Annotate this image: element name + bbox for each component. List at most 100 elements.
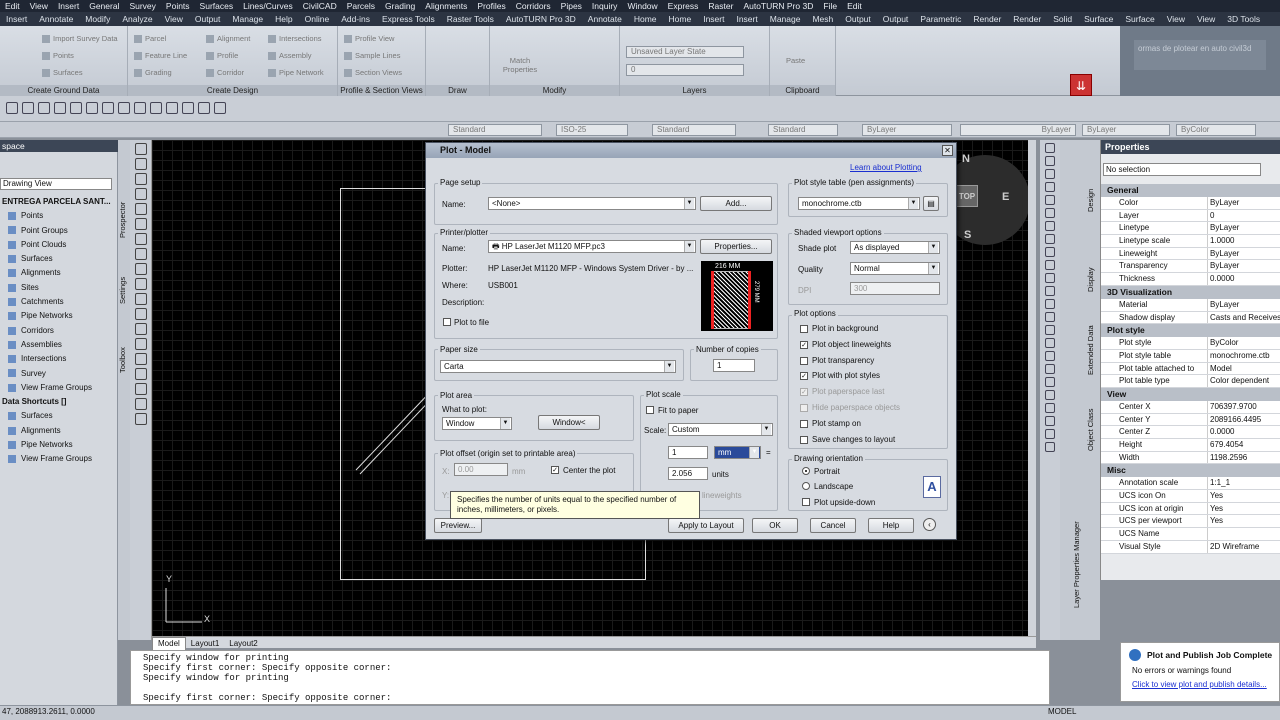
plot-to-file-checkbox[interactable] [443, 318, 451, 326]
property-value[interactable]: Yes [1207, 502, 1280, 515]
draw-tool-icon[interactable] [134, 353, 147, 365]
scale-inches-input[interactable]: 1 [668, 446, 708, 459]
portrait-radio[interactable] [802, 467, 810, 475]
menu-item[interactable]: File [823, 1, 837, 11]
tree-node[interactable]: Assemblies [0, 338, 118, 352]
menu-item[interactable]: Insert [58, 1, 79, 11]
tree-node[interactable]: Point Clouds [0, 238, 118, 252]
scale-select[interactable]: Custom [668, 423, 773, 436]
ribbon-tab[interactable]: 3D Tools [1227, 14, 1260, 24]
edit-plot-style-icon[interactable]: ▤ [923, 196, 939, 211]
property-row[interactable]: UCS icon On Yes [1101, 490, 1280, 503]
tree-node[interactable]: Surfaces [0, 409, 118, 423]
property-value[interactable]: 706397.9700 [1207, 400, 1280, 413]
property-section-header[interactable]: Plot style [1101, 324, 1280, 338]
quality-select[interactable]: Normal [850, 262, 940, 275]
draw-tool-icon[interactable] [134, 173, 147, 185]
window-pick-button[interactable]: Window< [538, 415, 600, 430]
menu-item[interactable]: Pipes [561, 1, 582, 11]
draw-tool-icon[interactable] [134, 218, 147, 230]
property-value[interactable]: 679.4054 [1207, 439, 1280, 451]
ribbon-tab[interactable]: Analyze [122, 14, 152, 24]
plot-option-checkbox[interactable] [800, 435, 808, 444]
property-value[interactable]: ByLayer [1207, 222, 1280, 235]
close-icon[interactable]: ✕ [942, 145, 953, 156]
menu-item[interactable]: Raster [708, 1, 733, 11]
property-value[interactable]: Yes [1207, 515, 1280, 528]
feature-line-button[interactable]: Feature Line [134, 51, 187, 61]
ribbon-tab[interactable]: Render [1013, 14, 1041, 24]
tool-icon[interactable] [1045, 390, 1055, 400]
tab-layer-properties-manager[interactable]: Layer Properties Manager [1072, 510, 1084, 620]
layer-select[interactable]: 0 [626, 64, 744, 76]
tab-design[interactable]: Design [1086, 180, 1098, 220]
match-properties-button[interactable]: Match Properties [500, 56, 540, 74]
preview-button[interactable]: Preview... [434, 518, 482, 533]
toolbar-icon[interactable] [70, 102, 82, 114]
tool-icon[interactable] [1045, 182, 1055, 192]
tree-node[interactable]: Alignments [0, 266, 118, 280]
tree-node[interactable]: Point Groups [0, 224, 118, 238]
selection-select[interactable]: No selection [1103, 163, 1261, 176]
property-row[interactable]: Material ByLayer [1101, 298, 1280, 312]
tool-icon[interactable] [1045, 221, 1055, 231]
tool-icon[interactable] [1045, 208, 1055, 218]
tool-icon[interactable] [1045, 260, 1055, 270]
draw-tool-icon[interactable] [134, 413, 147, 425]
menu-item[interactable]: Parcels [347, 1, 375, 11]
help-button[interactable]: Help [868, 518, 914, 533]
tab-settings[interactable]: Settings [118, 260, 130, 320]
property-value[interactable]: 2089166.4495 [1207, 413, 1280, 426]
model-space-toggle[interactable]: MODEL [1048, 707, 1076, 716]
plot-option-checkbox[interactable]: ✓ [800, 372, 808, 381]
tree-node[interactable]: Survey [0, 367, 118, 381]
property-row[interactable]: Plot table type Color dependent [1101, 375, 1280, 388]
draw-tool-icon[interactable] [134, 188, 147, 200]
menu-item[interactable]: CivilCAD [303, 1, 337, 11]
fit-to-paper-checkbox[interactable] [646, 406, 654, 414]
property-row[interactable]: Plot style ByColor [1101, 337, 1280, 350]
toolbar-icon[interactable] [102, 102, 114, 114]
property-row[interactable]: Center X 706397.9700 [1101, 400, 1280, 414]
plot-option-checkbox[interactable] [800, 419, 808, 428]
property-row[interactable]: Height 679.4054 [1101, 439, 1280, 452]
tool-icon[interactable] [1045, 416, 1055, 426]
property-row[interactable]: Width 1198.2596 [1101, 451, 1280, 465]
tab-model[interactable]: Model [152, 637, 186, 651]
paper-size-select[interactable]: Carta [440, 360, 676, 373]
menu-item[interactable]: Surfaces [200, 1, 234, 11]
menu-item[interactable]: Edit [847, 1, 862, 11]
ribbon-tab[interactable]: Insert [6, 14, 27, 24]
property-row[interactable]: UCS Name [1101, 528, 1280, 541]
tool-icon[interactable] [1045, 325, 1055, 335]
toolbar-icon[interactable] [118, 102, 130, 114]
toolbar-icon[interactable] [150, 102, 162, 114]
upside-down-checkbox[interactable] [802, 498, 810, 506]
property-row[interactable]: Transparency ByLayer [1101, 260, 1280, 274]
tool-icon[interactable] [1045, 299, 1055, 309]
property-section-header[interactable]: View [1101, 387, 1280, 401]
scale-unit-select[interactable]: mm [714, 446, 761, 459]
draw-tool-icon[interactable] [134, 233, 147, 245]
surfaces-button[interactable]: Surfaces [42, 68, 83, 78]
toolbar-icon[interactable] [182, 102, 194, 114]
property-row[interactable]: Linetype ByLayer [1101, 222, 1280, 236]
property-value[interactable]: ByLayer [1207, 298, 1280, 311]
text-style-select[interactable]: Standard [448, 124, 542, 136]
property-row[interactable]: Center Z 0.0000 [1101, 426, 1280, 439]
toolbar-icon[interactable] [134, 102, 146, 114]
tool-icon[interactable] [1045, 273, 1055, 283]
toolbar-icon[interactable] [214, 102, 226, 114]
property-value[interactable] [1207, 528, 1280, 540]
menu-item[interactable]: Edit [5, 1, 20, 11]
plot-option-checkbox[interactable] [800, 325, 808, 333]
property-value[interactable]: ByLayer [1207, 247, 1280, 260]
import-survey-data-button[interactable]: Import Survey Data [42, 34, 118, 44]
ribbon-tab[interactable]: Render [973, 14, 1001, 24]
profile-view-button[interactable]: Profile View [344, 34, 394, 44]
tree-node[interactable]: View Frame Groups [0, 381, 118, 395]
draw-tool-icon[interactable] [134, 368, 147, 380]
linetype-select[interactable]: ByLayer [960, 124, 1076, 136]
ribbon-tab[interactable]: Mesh [812, 14, 833, 24]
tree-node[interactable]: Corridors [0, 324, 118, 338]
